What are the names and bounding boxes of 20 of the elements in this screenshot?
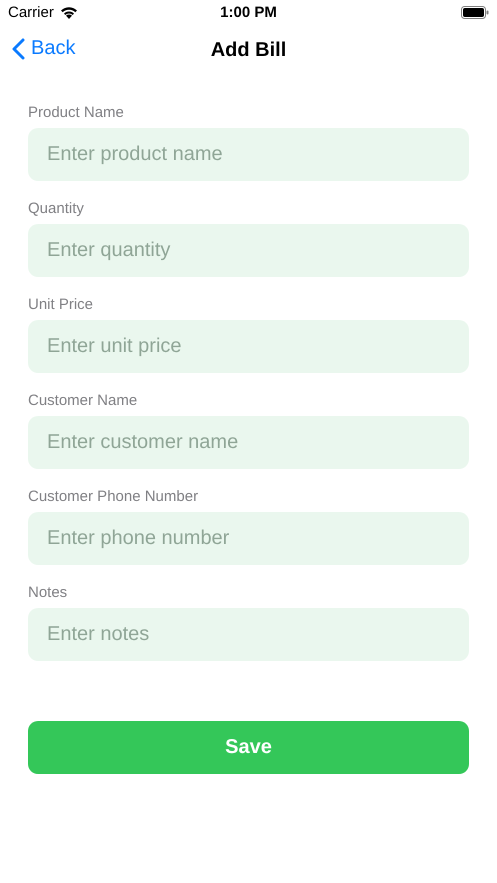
status-time: 1:00 PM bbox=[220, 4, 277, 21]
input-field[interactable]: Enter unit price bbox=[28, 320, 469, 373]
input-field[interactable]: Enter phone number bbox=[28, 512, 469, 565]
wifi-icon bbox=[60, 6, 78, 19]
save-button[interactable]: Save bbox=[28, 721, 469, 774]
input-field[interactable]: Enter customer name bbox=[28, 416, 469, 469]
field-label: Unit Price bbox=[28, 296, 94, 314]
field-label: Customer Name bbox=[28, 392, 138, 410]
page-title: Add Bill bbox=[210, 38, 286, 62]
carrier-label: Carrier bbox=[8, 4, 54, 21]
field-label: Customer Phone Number bbox=[28, 488, 200, 506]
field-label: Notes bbox=[28, 584, 68, 602]
field-label: Quantity bbox=[28, 200, 85, 218]
input-field[interactable]: Enter notes bbox=[28, 608, 469, 661]
field-label: Product Name bbox=[28, 104, 125, 122]
battery-icon bbox=[461, 6, 489, 19]
input-field[interactable]: Enter quantity bbox=[28, 224, 469, 277]
input-field[interactable]: Enter product name bbox=[28, 128, 469, 181]
back-button[interactable]: Back bbox=[12, 37, 76, 60]
chevron-left-icon bbox=[12, 38, 25, 60]
